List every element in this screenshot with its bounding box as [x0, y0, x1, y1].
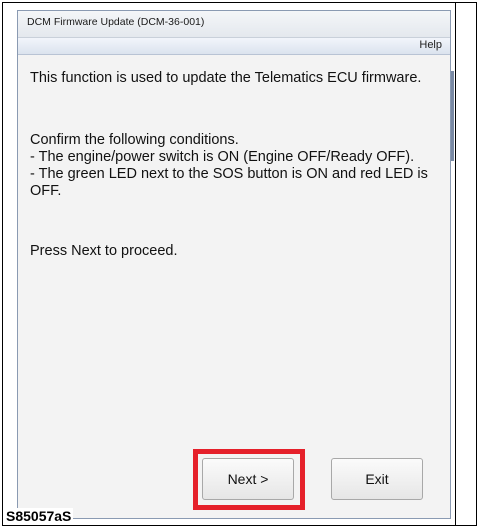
- dialog-content: This function is used to update the Tele…: [18, 55, 450, 518]
- dialog-window: DCM Firmware Update (DCM-36-001) Help Th…: [17, 10, 454, 519]
- title-bar: DCM Firmware Update (DCM-36-001): [18, 11, 450, 38]
- window-title: DCM Firmware Update (DCM-36-001): [27, 16, 205, 28]
- intro-text: This function is used to update the Tele…: [30, 70, 422, 86]
- exit-button[interactable]: Exit: [331, 458, 423, 500]
- window-edge-accent: [451, 71, 454, 161]
- figure-label: S85057aS: [4, 508, 74, 524]
- help-menu[interactable]: Help: [419, 39, 442, 51]
- conditions-text: Confirm the following conditions. - The …: [30, 132, 428, 199]
- menu-bar: Help: [18, 38, 450, 55]
- instruction-text: Press Next to proceed.: [30, 243, 178, 259]
- next-button-highlight: [193, 449, 305, 510]
- frame-divider: [455, 2, 456, 526]
